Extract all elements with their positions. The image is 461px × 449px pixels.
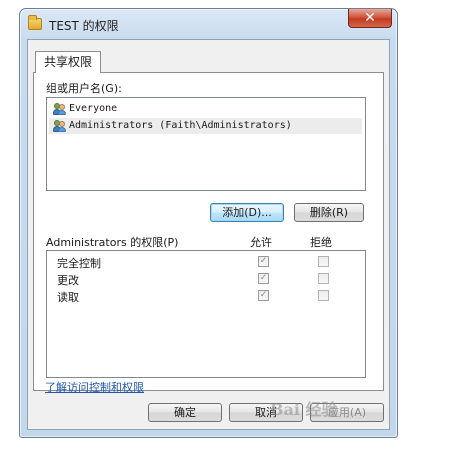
- permissions-label: Administrators 的权限(P): [46, 236, 179, 249]
- allow-checkbox[interactable]: ✓: [258, 256, 269, 267]
- users-label: 组或用户名(G):: [46, 82, 122, 95]
- allow-checkbox[interactable]: ✓: [258, 273, 269, 284]
- permission-name: 完全控制: [57, 257, 101, 270]
- deny-header: 拒绝: [310, 236, 332, 249]
- allow-checkbox[interactable]: ✓: [258, 290, 269, 301]
- permissions-list: 完全控制 ✓ 更改 ✓ 读取 ✓: [46, 250, 366, 378]
- deny-checkbox[interactable]: [318, 273, 329, 284]
- deny-checkbox[interactable]: [318, 256, 329, 267]
- user-group-icon: [53, 120, 67, 132]
- permission-row-full-control: 完全控制 ✓: [57, 254, 357, 270]
- add-button[interactable]: 添加(D)...: [210, 203, 284, 222]
- allow-header: 允许: [250, 236, 272, 249]
- users-listbox[interactable]: Everyone Administrators (Faith\Administr…: [46, 97, 366, 191]
- permission-row-read: 读取 ✓: [57, 288, 357, 304]
- permission-name: 读取: [57, 291, 79, 304]
- title-bar[interactable]: TEST 的权限 ✕: [20, 9, 397, 39]
- remove-button[interactable]: 删除(R): [294, 203, 364, 222]
- permission-name: 更改: [57, 274, 79, 287]
- deny-checkbox[interactable]: [318, 290, 329, 301]
- learn-access-control-link[interactable]: 了解访问控制和权限: [45, 379, 144, 395]
- folder-icon: [28, 15, 42, 30]
- dialog-client-area: 共享权限 组或用户名(G): Everyone Administrators (…: [27, 39, 390, 430]
- watermark: Bai 经验: [270, 400, 338, 419]
- permissions-dialog: TEST 的权限 ✕ 共享权限 组或用户名(G): Everyone Admin…: [19, 8, 398, 438]
- permission-row-change: 更改 ✓: [57, 271, 357, 287]
- window-title: TEST 的权限: [49, 19, 119, 33]
- user-item-everyone[interactable]: Everyone: [49, 101, 362, 117]
- user-item-label: Everyone: [69, 103, 118, 114]
- tab-panel: 组或用户名(G): Everyone Administrators (Faith…: [33, 72, 384, 394]
- close-button[interactable]: ✕: [348, 9, 392, 28]
- user-item-administrators[interactable]: Administrators (Faith\Administrators): [49, 118, 362, 134]
- user-group-icon: [53, 103, 67, 115]
- user-item-label: Administrators (Faith\Administrators): [69, 120, 292, 131]
- tab-share-permissions[interactable]: 共享权限: [35, 51, 101, 73]
- ok-button[interactable]: 确定: [148, 403, 222, 422]
